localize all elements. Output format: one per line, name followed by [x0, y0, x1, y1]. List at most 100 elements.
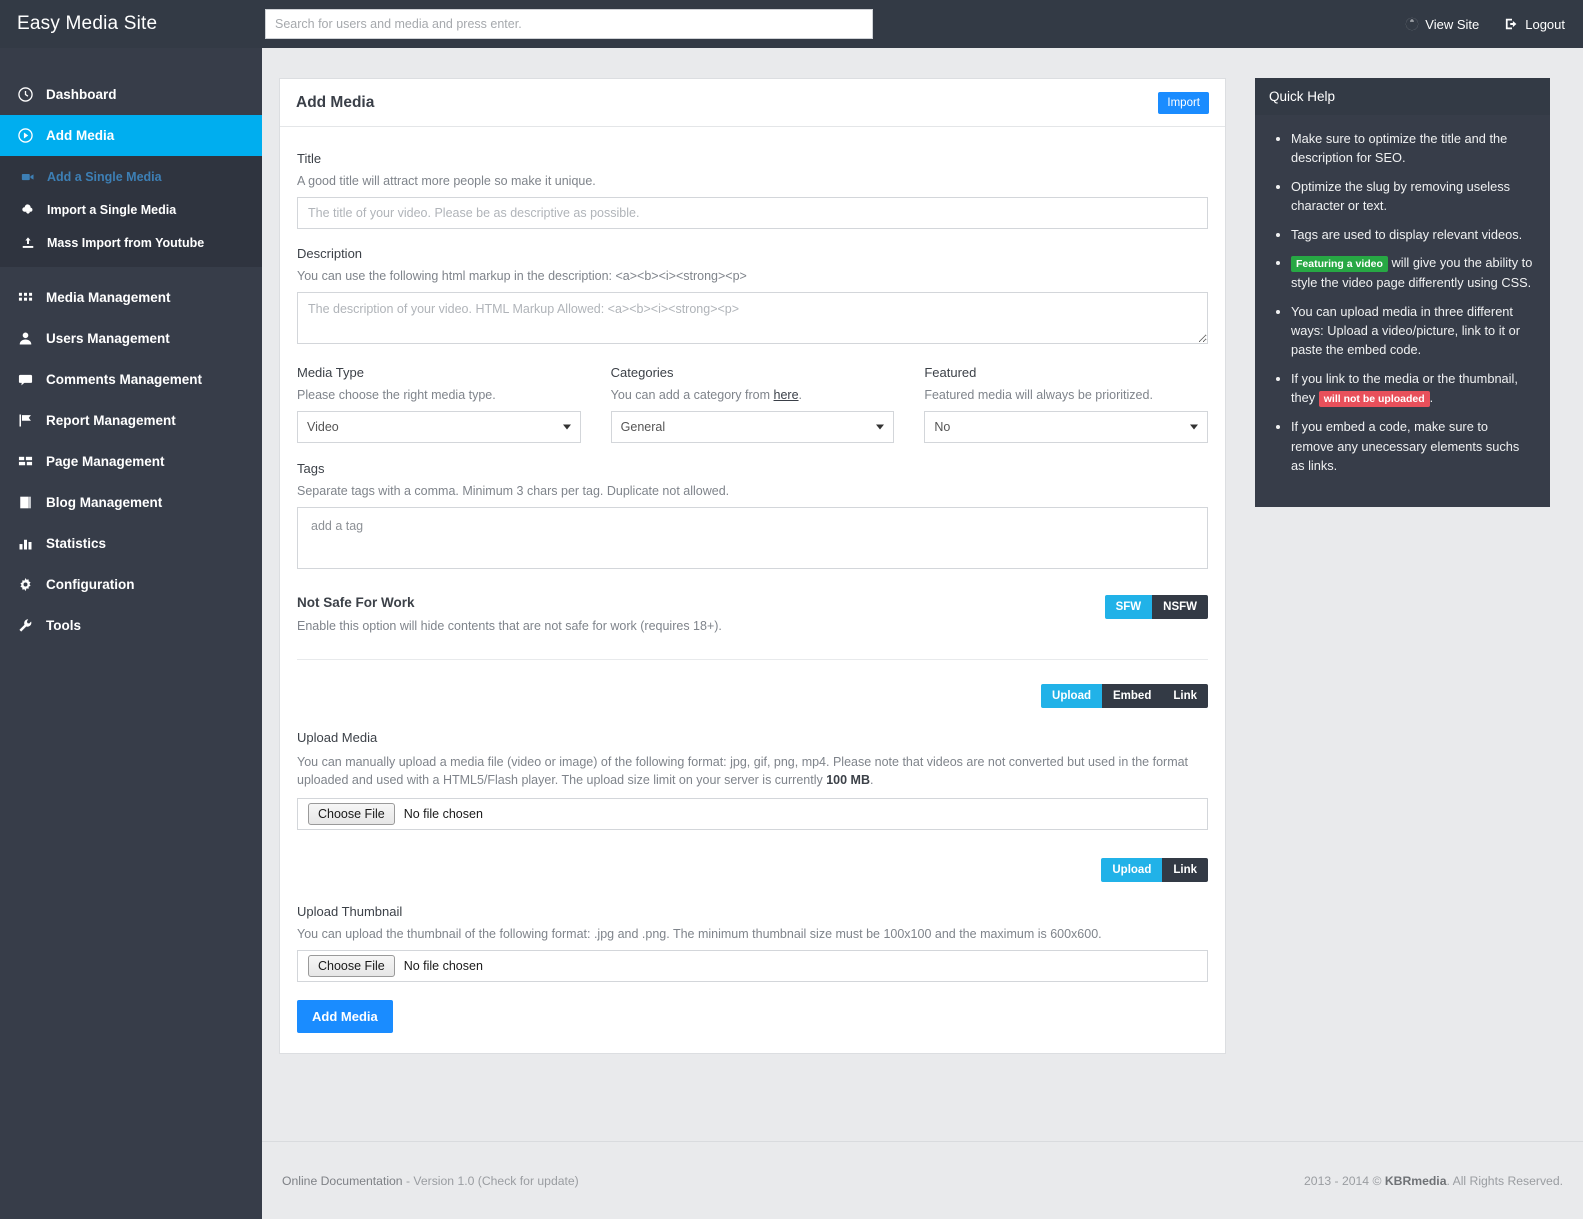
upload-thumbnail-hint: You can upload the thumbnail of the foll… — [297, 927, 1102, 942]
list-item: If you embed a code, make sure to remove… — [1291, 417, 1534, 475]
sidebar-label-comments-management: Comments Management — [46, 372, 203, 387]
sidebar: Dashboard Add Media Add a Single Media I… — [0, 48, 262, 1219]
upload-thumbnail-label: Upload Thumbnail — [297, 904, 403, 920]
categories-label: Categories — [610, 365, 674, 380]
thumbnail-file-input[interactable]: Choose File No file chosen — [297, 950, 1208, 983]
media-choose-file-button[interactable]: Choose File — [308, 803, 395, 826]
sidebar-label-add-media: Add Media — [46, 128, 115, 143]
media-source-link-button[interactable]: Link — [1162, 684, 1208, 708]
logout-icon — [1505, 17, 1519, 31]
sidebar-submenu-add-media: Add a Single Media Import a Single Media… — [0, 156, 262, 267]
footer-version: - Version 1.0 (Check for update) — [402, 1173, 579, 1188]
sidebar-label-add-single-media: Add a Single Media — [47, 169, 162, 184]
categories-hint-before: You can add a category from — [610, 388, 774, 402]
categories-group: Categories You can add a category from h… — [610, 365, 895, 443]
sidebar-item-comments-management[interactable]: Comments Management — [0, 359, 262, 400]
top-bar: Easy Media Site View Site Logout — [0, 0, 1583, 48]
copyright-brand: KBRmedia — [1384, 1173, 1447, 1188]
sfw-toggle-button[interactable]: SFW — [1104, 595, 1153, 619]
media-type-label: Media Type — [297, 365, 364, 380]
media-source-embed-button[interactable]: Embed — [1102, 684, 1163, 708]
sidebar-item-mass-import-youtube[interactable]: Mass Import from Youtube — [0, 226, 262, 259]
sidebar-label-blog-management: Blog Management — [46, 495, 163, 510]
list-item-text-after: . — [1429, 390, 1434, 406]
title-label: Title — [297, 151, 322, 166]
upload-media-hint-part1: You can manually upload a media file (vi… — [297, 755, 1189, 788]
sidebar-item-add-media[interactable]: Add Media — [0, 115, 262, 156]
sidebar-item-page-management[interactable]: Page Management — [0, 441, 262, 482]
sidebar-item-blog-management[interactable]: Blog Management — [0, 482, 262, 523]
description-hint: You can use the following html markup in… — [297, 269, 747, 283]
list-item: You can upload media in three different … — [1291, 302, 1534, 360]
sidebar-item-statistics[interactable]: Statistics — [0, 523, 262, 564]
categories-select[interactable]: General — [610, 411, 895, 443]
list-item: Tags are used to display relevant videos… — [1291, 225, 1534, 244]
description-textarea[interactable] — [297, 292, 1208, 344]
main-content: Add Media Import Title A good title will… — [262, 48, 1583, 1219]
media-type-hint: Please choose the right media type. — [297, 388, 496, 402]
media-file-input[interactable]: Choose File No file chosen — [297, 798, 1208, 831]
thumbnail-source-upload-button[interactable]: Upload — [1101, 858, 1163, 883]
sidebar-item-configuration[interactable]: Configuration — [0, 564, 262, 605]
copyright-after: . All Rights Reserved. — [1446, 1173, 1563, 1188]
page-icon — [17, 454, 34, 469]
sidebar-item-import-single-media[interactable]: Import a Single Media — [0, 193, 262, 226]
thumbnail-source-link-button[interactable]: Link — [1162, 858, 1208, 883]
page-title: Add Media — [296, 93, 375, 111]
sidebar-label-mass-import-youtube: Mass Import from Youtube — [47, 235, 205, 250]
title-input[interactable] — [297, 197, 1208, 229]
featured-select[interactable]: No — [924, 411, 1209, 443]
add-media-panel: Add Media Import Title A good title will… — [279, 78, 1226, 1055]
title-hint: A good title will attract more people so… — [297, 174, 596, 188]
view-site-link[interactable]: View Site — [1405, 17, 1479, 32]
brand-title: Easy Media Site — [17, 13, 158, 34]
sidebar-label-media-management: Media Management — [46, 290, 171, 305]
globe-icon — [1405, 17, 1419, 31]
search-input[interactable] — [265, 9, 873, 39]
panel-header: Add Media Import — [280, 79, 1225, 127]
upload-media-label: Upload Media — [297, 730, 378, 745]
quick-help-body: Make sure to optimize the title and the … — [1255, 115, 1550, 507]
logout-link[interactable]: Logout — [1505, 17, 1565, 32]
sidebar-item-media-management[interactable]: Media Management — [0, 277, 262, 318]
sidebar-item-users-management[interactable]: Users Management — [0, 318, 262, 359]
sidebar-item-dashboard[interactable]: Dashboard — [0, 74, 262, 115]
sidebar-item-tools[interactable]: Tools — [0, 605, 262, 646]
tags-input[interactable]: add a tag — [297, 507, 1208, 569]
thumbnail-choose-file-button[interactable]: Choose File — [308, 955, 395, 978]
upload-media-size-limit: 100 MB — [826, 773, 870, 788]
online-documentation-link[interactable]: Online Documentation — [282, 1174, 403, 1188]
thumbnail-source-toggle-group: Upload Link — [1101, 858, 1208, 883]
footer-left: Online Documentation - Version 1.0 (Chec… — [282, 1174, 579, 1188]
sidebar-label-statistics: Statistics — [46, 536, 107, 551]
flag-icon — [17, 413, 34, 428]
user-icon — [17, 331, 34, 346]
add-media-submit-button[interactable]: Add Media — [297, 1000, 393, 1034]
logout-label: Logout — [1525, 16, 1565, 32]
categories-here-link[interactable]: here — [774, 388, 799, 402]
featured-label: Featured — [924, 365, 977, 380]
tags-label: Tags — [297, 461, 325, 476]
video-camera-icon — [20, 170, 36, 184]
cloud-download-icon — [20, 203, 36, 217]
media-source-toggle-group: Upload Embed Link — [1041, 684, 1208, 708]
comment-icon — [17, 372, 34, 387]
media-type-select[interactable]: Video — [297, 411, 581, 443]
list-item: If you link to the media or the thumbnai… — [1291, 369, 1534, 408]
import-button[interactable]: Import — [1158, 91, 1209, 114]
nsfw-toggle-button[interactable]: NSFW — [1152, 595, 1208, 619]
media-file-status: No file chosen — [403, 807, 483, 822]
gear-icon — [17, 577, 34, 592]
tags-hint: Separate tags with a comma. Minimum 3 ch… — [297, 484, 730, 498]
nsfw-label: Not Safe For Work — [297, 595, 415, 610]
featuring-a-video-badge: Featuring a video — [1291, 256, 1388, 273]
list-item: Make sure to optimize the title and the … — [1291, 129, 1534, 168]
categories-hint-after: . — [798, 388, 803, 402]
book-icon — [17, 495, 34, 510]
nsfw-section: Not Safe For Work Enable this option wil… — [297, 595, 1208, 633]
sidebar-item-report-management[interactable]: Report Management — [0, 400, 262, 441]
sidebar-item-add-single-media[interactable]: Add a Single Media — [0, 160, 262, 193]
add-media-icon — [17, 128, 34, 143]
media-source-upload-button[interactable]: Upload — [1041, 684, 1103, 708]
